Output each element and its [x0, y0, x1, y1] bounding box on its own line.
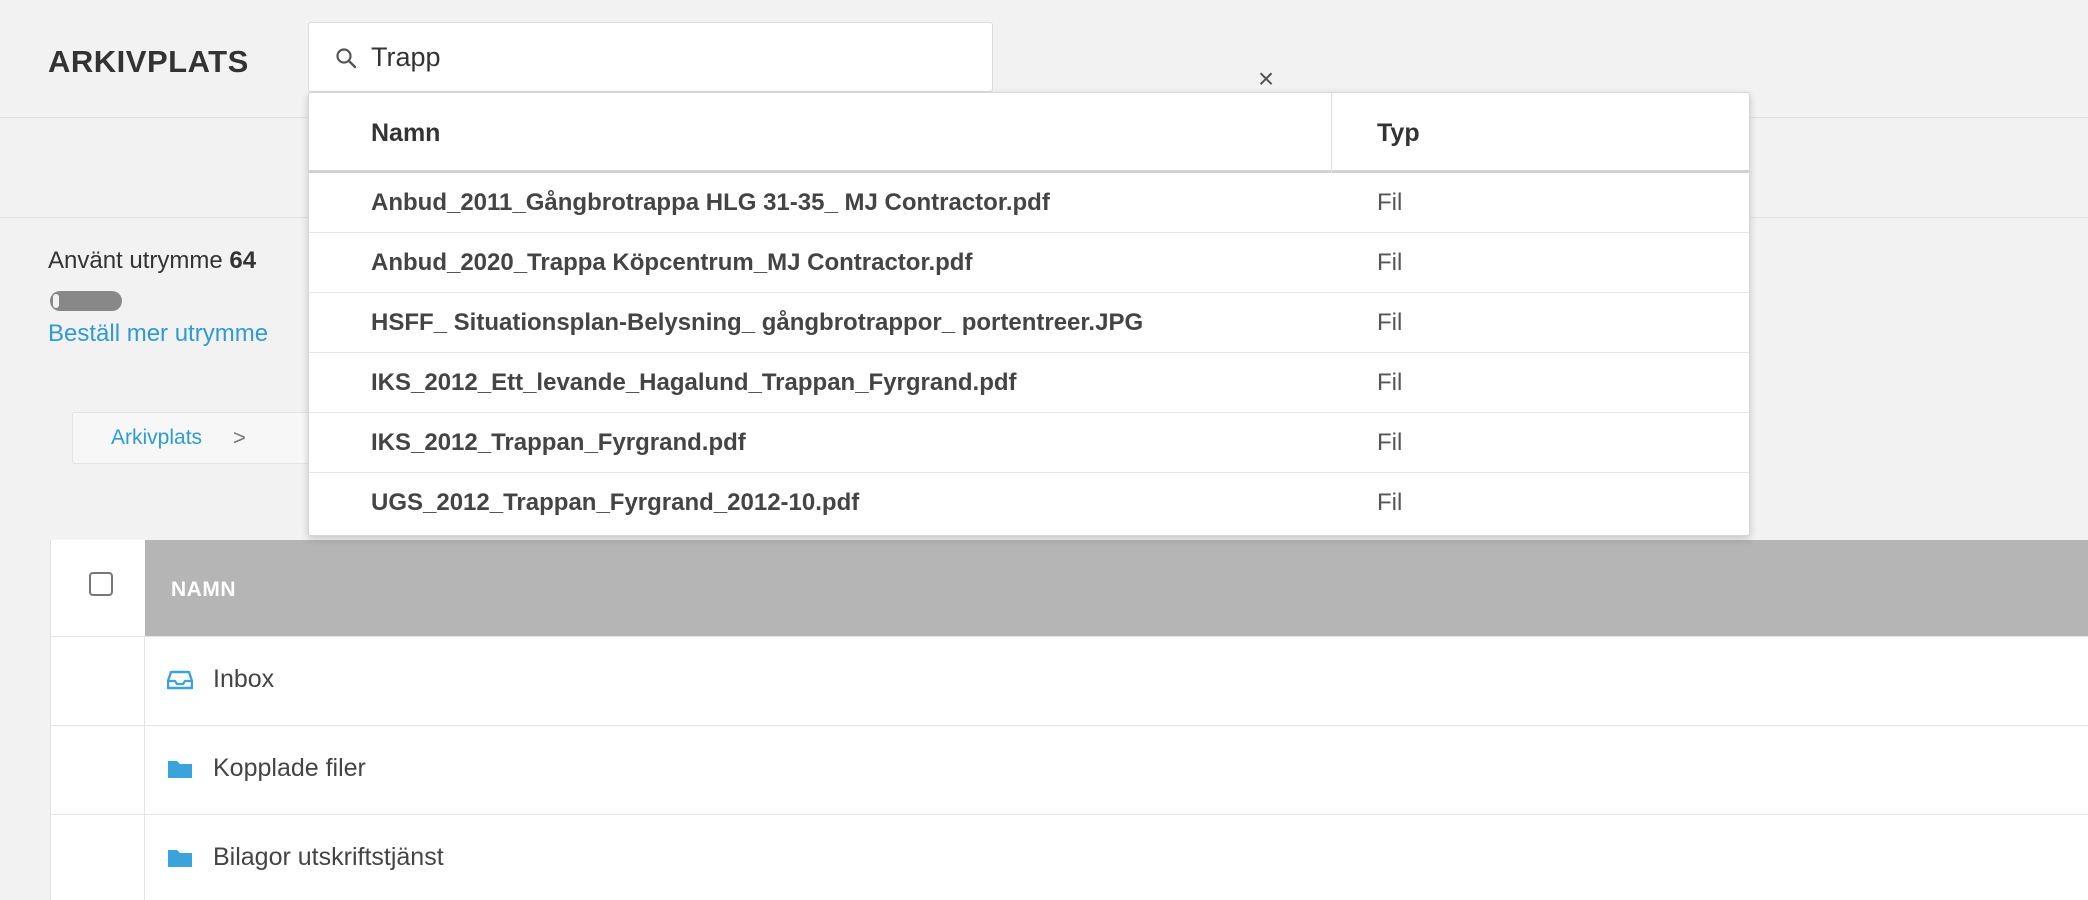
search-results-header: Namn Typ	[309, 93, 1749, 173]
table-row[interactable]: Kopplade filer	[51, 725, 2088, 814]
search-input[interactable]	[371, 37, 931, 77]
clear-search-icon[interactable]: ×	[1254, 65, 1278, 93]
search-results-dropdown: Namn Typ Anbud_2011_Gångbrotrappa HLG 31…	[308, 92, 1750, 536]
result-name: Anbud_2020_Trappa Köpcentrum_MJ Contract…	[371, 249, 973, 276]
results-column-type: Typ	[1377, 119, 1420, 147]
storage-used-value: 64	[229, 247, 257, 274]
app-title: ARKIVPLATS	[48, 44, 249, 79]
result-name: UGS_2012_Trappan_Fyrgrand_2012-10.pdf	[371, 489, 860, 516]
file-table: NAMN Inbox Kopplade filer Bilagor utskri…	[50, 540, 2088, 900]
page: ARKIVPLATS × Använt utrymme 64 Beställ m…	[0, 0, 2088, 900]
result-type: Fil	[1377, 189, 1403, 216]
breadcrumb-separator: >	[233, 425, 246, 450]
storage-progress-bar	[50, 291, 122, 311]
results-column-name: Namn	[371, 119, 441, 147]
breadcrumb: Arkivplats >	[72, 412, 312, 464]
result-name: HSFF_ Situationsplan-Belysning_ gångbrot…	[371, 309, 1144, 336]
row-label: Kopplade filer	[213, 754, 366, 782]
result-type: Fil	[1377, 249, 1403, 276]
row-check-cell	[51, 637, 145, 725]
column-divider	[1331, 93, 1332, 173]
storage-label-prefix: Använt utrymme	[48, 247, 230, 274]
breadcrumb-item-arkivplats[interactable]: Arkivplats	[111, 426, 202, 450]
storage-label: Använt utrymme 64	[48, 247, 256, 275]
select-all-checkbox[interactable]	[89, 572, 113, 596]
table-row[interactable]: Bilagor utskriftstjänst	[51, 814, 2088, 900]
row-label: Bilagor utskriftstjänst	[213, 843, 444, 871]
result-name: IKS_2012_Ett_levande_Hagalund_Trappan_Fy…	[371, 369, 1017, 396]
folder-icon	[168, 761, 192, 778]
result-type: Fil	[1377, 369, 1403, 396]
storage-progress-fill	[53, 294, 59, 308]
search-icon	[336, 48, 357, 69]
result-type: Fil	[1377, 489, 1403, 516]
search-result-item[interactable]: IKS_2012_Ett_levande_Hagalund_Trappan_Fy…	[309, 353, 1749, 413]
column-header-name-label: NAMN	[171, 578, 236, 601]
search-box[interactable]: ×	[308, 22, 1274, 93]
row-check-cell	[51, 815, 145, 900]
inbox-icon	[167, 670, 193, 690]
result-type: Fil	[1377, 429, 1403, 456]
search-result-item[interactable]: IKS_2012_Trappan_Fyrgrand.pdf Fil	[309, 413, 1749, 473]
result-type: Fil	[1377, 309, 1403, 336]
table-header: NAMN	[51, 540, 2088, 636]
search-result-item[interactable]: HSFF_ Situationsplan-Belysning_ gångbrot…	[309, 293, 1749, 353]
order-more-space-link[interactable]: Beställ mer utrymme	[48, 320, 268, 348]
select-all-cell	[51, 540, 145, 636]
row-check-cell	[51, 726, 145, 814]
column-header-name[interactable]: NAMN	[145, 540, 2088, 636]
search-result-item[interactable]: Anbud_2020_Trappa Köpcentrum_MJ Contract…	[309, 233, 1749, 293]
result-name: IKS_2012_Trappan_Fyrgrand.pdf	[371, 429, 746, 456]
result-name: Anbud_2011_Gångbrotrappa HLG 31-35_ MJ C…	[371, 189, 1050, 216]
search-result-item[interactable]: UGS_2012_Trappan_Fyrgrand_2012-10.pdf Fi…	[309, 473, 1749, 533]
row-label: Inbox	[213, 665, 275, 693]
table-row[interactable]: Inbox	[51, 636, 2088, 725]
search-result-item[interactable]: Anbud_2011_Gångbrotrappa HLG 31-35_ MJ C…	[309, 173, 1749, 233]
folder-icon	[168, 850, 192, 867]
